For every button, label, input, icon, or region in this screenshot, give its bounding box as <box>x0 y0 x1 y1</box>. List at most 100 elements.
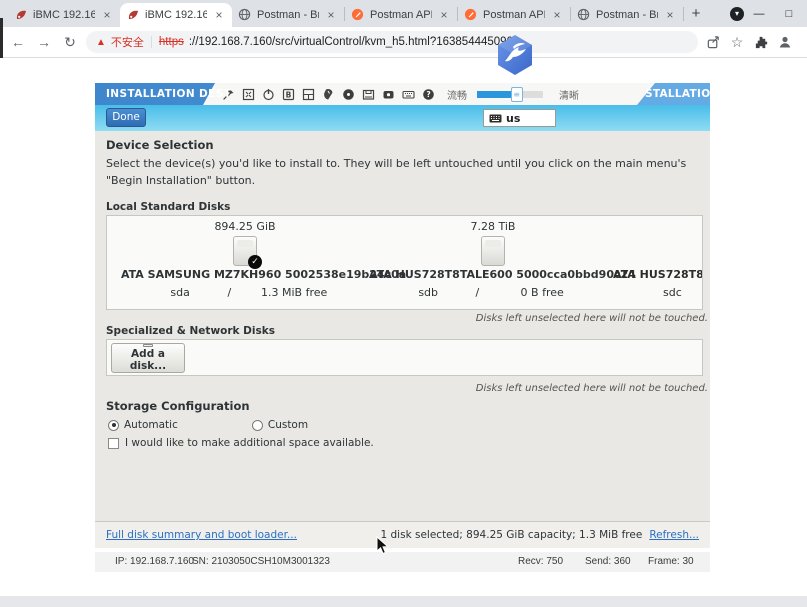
keyboard-layout-indicator[interactable]: us <box>483 109 556 127</box>
disk-tile-sdb[interactable]: 7.28 TiB ATA HUS728T8TALE600 5000cca0bbd… <box>369 216 617 310</box>
quality-slider[interactable]: ≡ <box>477 91 543 98</box>
security-warning-icon[interactable]: ▲ <box>96 37 106 48</box>
ibmc-favicon <box>126 8 140 22</box>
storage-icon[interactable] <box>361 87 375 101</box>
record-icon[interactable] <box>381 87 395 101</box>
profile-avatar-icon[interactable] <box>776 33 794 51</box>
browser-address-bar: ← → ↻ ▲ 不安全 https ://192.168.7.160/src/v… <box>0 27 807 58</box>
new-tab-button[interactable]: + <box>684 2 708 26</box>
tab-close-icon[interactable]: × <box>100 8 114 22</box>
disk-free: 0 B free <box>487 286 597 299</box>
disk-dev-row: sdb / 0 B free <box>389 286 597 299</box>
disk-drive-icon <box>481 236 505 266</box>
radio-automatic[interactable] <box>108 420 119 431</box>
unselected-note: Disks left unselected here will not be t… <box>476 313 708 324</box>
bookmark-star-icon[interactable]: ☆ <box>728 33 746 51</box>
add-disk-button[interactable]: Add a disk... <box>111 343 185 373</box>
partitioning-options: Automatic Custom <box>108 419 308 431</box>
status-send: Send: 360 <box>585 556 631 567</box>
additional-space-checkbox[interactable] <box>108 438 119 449</box>
installer-body: Device Selection Select the device(s) yo… <box>95 131 710 548</box>
tab-search-icon[interactable]: ▾ <box>730 7 744 21</box>
back-icon[interactable]: ← <box>8 34 28 50</box>
storage-configuration-title: Storage Configuration <box>106 399 250 413</box>
tab-close-icon[interactable]: × <box>663 8 677 22</box>
tab-postman-browse-2[interactable]: Postman - Browse × <box>571 3 683 27</box>
tab-close-icon[interactable]: × <box>550 8 564 22</box>
help-icon[interactable]: ? <box>421 87 435 101</box>
add-disk-label: Add a disk... <box>112 348 184 372</box>
status-sn: SN: 2103050CSH10M3001323 <box>192 556 330 567</box>
tab-close-icon[interactable]: × <box>437 8 451 22</box>
tab-title: Postman - Browse <box>596 9 658 21</box>
refresh-link[interactable]: Refresh... <box>649 529 699 541</box>
disk-dev: sdc <box>663 286 682 299</box>
device-selection-title: Device Selection <box>106 138 214 152</box>
disk-sep: / <box>219 286 239 299</box>
url-bar[interactable]: ▲ 不安全 https ://192.168.7.160/src/virtual… <box>86 31 698 53</box>
keyboard-b-icon[interactable]: B <box>281 87 295 101</box>
radio-custom-label[interactable]: Custom <box>268 419 308 431</box>
radio-custom[interactable] <box>252 420 263 431</box>
network-disks-title: Specialized & Network Disks <box>106 325 275 337</box>
installer-title: INSTALLATION DEST <box>106 88 231 100</box>
unselected-note-2: Disks left unselected here will not be t… <box>476 383 708 394</box>
globe-favicon <box>238 8 252 22</box>
radio-automatic-label[interactable]: Automatic <box>124 419 178 431</box>
extensions-icon[interactable] <box>752 33 770 51</box>
globe-favicon <box>577 8 591 22</box>
tab-postman-api-2[interactable]: Postman API Platfo × <box>458 3 570 27</box>
disk-tile-sda[interactable]: 894.25 GiB ✓ ATA SAMSUNG MZ7KH960 500253… <box>121 216 369 310</box>
status-recv: Recv: 750 <box>518 556 563 567</box>
anaconda-installer-screen: INSTALLATION DEST STALLATION B <box>95 83 710 548</box>
tab-postman-browse-1[interactable]: Postman - Browse × <box>232 3 344 27</box>
disk-selected-check-icon: ✓ <box>248 255 262 269</box>
tab-title: Postman API Platfo <box>370 9 432 21</box>
browser-tab-strip: iBMC 192.168.7.16 × iBMC 192.168.7.16 × … <box>0 0 807 27</box>
bottom-window-strip <box>0 596 807 607</box>
mouse-icon[interactable] <box>321 87 335 101</box>
fullscreen-icon[interactable] <box>241 87 255 101</box>
window-minimize-button[interactable]: — <box>744 3 774 25</box>
postman-favicon <box>351 8 365 22</box>
security-warning-label[interactable]: 不安全 <box>111 34 144 50</box>
mouse-cursor <box>376 536 389 555</box>
tab-title: iBMC 192.168.7.16 <box>33 9 95 21</box>
ibmc-favicon <box>14 8 28 22</box>
tab-close-icon[interactable]: × <box>324 8 338 22</box>
mini-disk-icon <box>143 344 153 347</box>
url-separator <box>151 36 152 48</box>
disk-tile-sdc[interactable]: 7 ATA HUS728T8TAL sdc <box>613 216 703 310</box>
window-maximize-button[interactable]: □ <box>774 3 804 25</box>
window-edge-artifact <box>0 18 3 58</box>
disk-model: ATA HUS728T8TALE600 5000cca0bbd90c24 <box>369 268 617 281</box>
bird-hexagon-app-icon[interactable] <box>496 34 534 76</box>
disk-model: ATA HUS728T8TAL <box>613 268 703 281</box>
tab-separator <box>683 7 684 21</box>
installer-header: INSTALLATION DEST STALLATION B <box>95 83 710 105</box>
tab-ibmc-1[interactable]: iBMC 192.168.7.16 × <box>8 3 120 27</box>
additional-space-label[interactable]: I would like to make additional space av… <box>125 437 374 449</box>
layout-icon[interactable] <box>301 87 315 101</box>
tab-ibmc-2-active[interactable]: iBMC 192.168.7.16 × <box>120 3 232 27</box>
disk-dev: sdb <box>389 286 467 299</box>
power-icon[interactable] <box>261 87 275 101</box>
url-scheme: https <box>159 36 184 48</box>
tab-title: Postman - Browse <box>257 9 319 21</box>
keyboard-layout-icon <box>489 114 502 123</box>
status-frame: Frame: 30 <box>648 556 694 567</box>
disk-dev-row: sda / 1.3 MiB free <box>141 286 349 299</box>
tab-postman-api-1[interactable]: Postman API Platfo × <box>345 3 457 27</box>
quality-smooth-label: 流畅 <box>447 87 467 102</box>
cd-icon[interactable] <box>341 87 355 101</box>
full-disk-summary-link[interactable]: Full disk summary and boot loader... <box>106 529 297 541</box>
quality-slider-handle[interactable]: ≡ <box>511 87 523 102</box>
forward-icon[interactable]: → <box>34 34 54 50</box>
disk-drive-icon: ✓ <box>233 236 257 266</box>
keyboard-icon[interactable] <box>401 87 415 101</box>
reload-icon[interactable]: ↻ <box>60 34 80 51</box>
installer-footer: Full disk summary and boot loader... 1 d… <box>95 521 710 548</box>
done-button[interactable]: Done <box>106 108 146 127</box>
tab-close-icon[interactable]: × <box>212 8 226 22</box>
share-icon[interactable] <box>704 33 722 51</box>
